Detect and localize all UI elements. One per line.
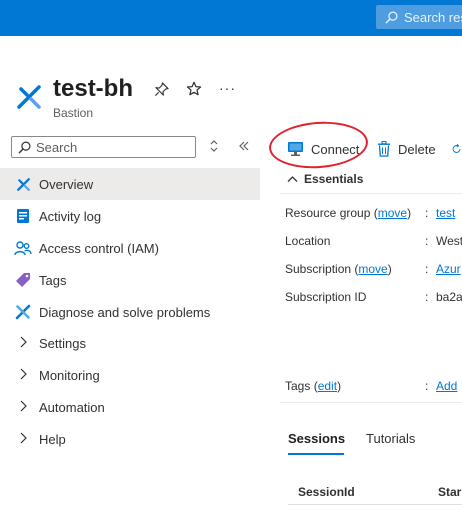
resource-group-value-link[interactable]: test: [436, 206, 455, 220]
resource-group-move-link[interactable]: move: [378, 206, 407, 220]
subscription-id-label: Subscription ID: [285, 290, 367, 304]
divider: [280, 193, 462, 194]
sidebar-item-automation[interactable]: Automation: [0, 391, 260, 423]
sidebar-search-input[interactable]: Search: [11, 136, 196, 158]
location-label: Location: [285, 234, 331, 248]
resource-group-label: Resource group (move): [285, 206, 412, 220]
sessions-table-header: SessionId Star: [288, 479, 462, 504]
connect-monitor-icon: [287, 141, 304, 157]
sidebar-search-placeholder: Search: [36, 139, 78, 155]
bastion-icon: [14, 175, 32, 193]
subscription-id-value: ba2a: [436, 290, 462, 304]
subscription-move-link[interactable]: move: [358, 262, 387, 276]
chevron-right-icon: [14, 336, 32, 351]
sidebar-item-help[interactable]: Help: [0, 423, 260, 455]
activity-log-icon: [14, 207, 32, 225]
search-icon: [385, 10, 398, 24]
sidebar-item-label: Overview: [39, 176, 94, 192]
sidebar-item-access-control[interactable]: Access control (IAM): [0, 232, 260, 264]
global-search-placeholder: Search res: [404, 9, 462, 25]
sidebar-item-label: Monitoring: [39, 367, 100, 383]
colon: :: [425, 262, 429, 276]
sidebar-item-diagnose[interactable]: Diagnose and solve problems: [0, 296, 260, 328]
page-title: test-bh: [53, 75, 133, 102]
tab-tutorials[interactable]: Tutorials: [366, 431, 415, 446]
sidebar-item-label: Access control (IAM): [39, 240, 159, 256]
sidebar-item-label: Automation: [39, 399, 105, 415]
column-header-sessionid[interactable]: SessionId: [298, 485, 438, 499]
top-bar: Search res: [0, 0, 462, 36]
chevron-right-icon: [14, 400, 32, 415]
tags-label: Tags (edit): [285, 379, 342, 393]
more-options-icon[interactable]: ···: [219, 80, 236, 96]
sidebar-item-settings[interactable]: Settings: [0, 327, 260, 359]
star-icon[interactable]: [185, 80, 203, 98]
subscription-label: Subscription (move): [285, 262, 392, 276]
chevron-up-icon: [287, 175, 298, 183]
colon: :: [425, 290, 429, 304]
sidebar-item-monitoring[interactable]: Monitoring: [0, 359, 260, 391]
subscription-value-link[interactable]: Azur: [436, 262, 461, 276]
collapse-sidebar-icon[interactable]: [236, 139, 252, 157]
tag-icon: [14, 271, 32, 289]
location-value: West: [436, 234, 462, 248]
trash-icon: [377, 141, 391, 157]
tab-sessions[interactable]: Sessions: [288, 431, 345, 446]
pin-icon[interactable]: [152, 80, 170, 98]
divider: [288, 504, 462, 505]
bastion-logo-icon: [13, 81, 45, 113]
sidebar-item-label: Settings: [39, 335, 86, 351]
connect-button[interactable]: Connect: [287, 136, 359, 162]
refresh-icon[interactable]: [451, 136, 462, 162]
sidebar-item-label: Help: [39, 431, 66, 447]
add-tags-link[interactable]: Add: [436, 379, 457, 393]
column-header-start[interactable]: Star: [438, 485, 461, 499]
global-search-box[interactable]: Search res: [376, 5, 462, 29]
people-icon: [14, 239, 32, 257]
sidebar-item-label: Tags: [39, 272, 67, 288]
expand-collapse-icon[interactable]: [206, 139, 222, 157]
connect-button-label: Connect: [311, 141, 360, 157]
active-tab-indicator: [288, 453, 344, 455]
colon: :: [425, 206, 429, 220]
divider: [280, 402, 462, 403]
sidebar-item-activity-log[interactable]: Activity log: [0, 200, 260, 232]
essentials-toggle[interactable]: Essentials: [287, 172, 363, 186]
chevron-right-icon: [14, 368, 32, 383]
colon: :: [425, 234, 429, 248]
chevron-right-icon: [14, 432, 32, 447]
tags-edit-link[interactable]: edit: [318, 379, 337, 393]
essentials-heading: Essentials: [304, 172, 364, 186]
sidebar-item-label: Diagnose and solve problems: [39, 304, 211, 320]
sidebar-item-overview[interactable]: Overview: [0, 168, 260, 200]
sidebar-item-tags[interactable]: Tags: [0, 264, 260, 296]
sidebar-item-label: Activity log: [39, 208, 102, 224]
delete-button[interactable]: Delete: [377, 136, 436, 162]
delete-button-label: Delete: [398, 141, 436, 157]
resource-type: Bastion: [53, 106, 94, 120]
wrench-icon: [14, 303, 32, 321]
search-icon: [18, 141, 31, 154]
colon: :: [425, 379, 429, 393]
